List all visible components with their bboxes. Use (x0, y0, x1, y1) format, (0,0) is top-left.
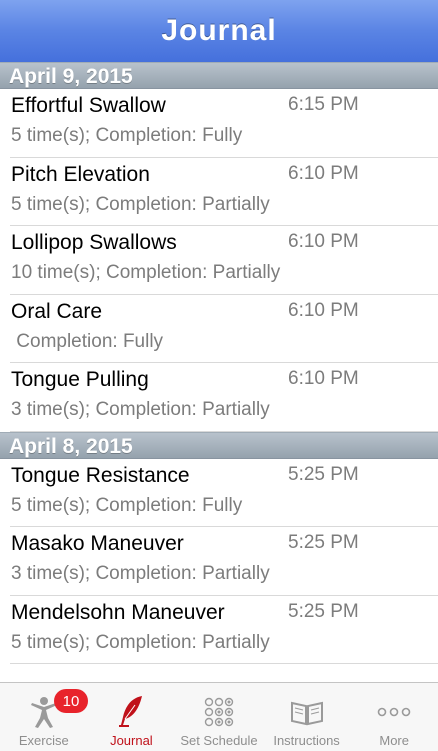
list-item[interactable]: Mendelsohn Maneuver 5:25 PM 5 time(s); C… (0, 596, 438, 664)
exercise-name: Oral Care (11, 299, 103, 323)
list-item[interactable]: Tongue Pulling 6:10 PM 3 time(s); Comple… (0, 363, 438, 432)
entry-time: 6:15 PM (288, 94, 359, 115)
tab-bar: 10 Exercise Journal Set Schedule Instruc… (0, 682, 438, 751)
page-title: Journal (161, 14, 277, 47)
quill-icon (117, 695, 145, 729)
dots-grid-icon (203, 695, 235, 729)
entry-time: 6:10 PM (288, 162, 359, 184)
exercise-name: Tongue Pulling (11, 368, 149, 391)
entry-detail: 5 time(s); Completion: Partially (11, 631, 270, 653)
entry-time: 5:25 PM (288, 532, 359, 553)
entry-detail: 3 time(s); Completion: Partially (11, 563, 270, 584)
list-item[interactable]: Effortful Swallow 6:15 PM 5 time(s); Com… (0, 89, 438, 158)
tab-journal[interactable]: Journal (88, 683, 176, 751)
tab-label: Exercise (18, 733, 69, 748)
entry-time: 5:25 PM (288, 463, 359, 485)
entry-detail: 5 time(s); Completion: Fully (11, 494, 243, 516)
book-icon (290, 695, 324, 729)
tab-label: Instructions (273, 733, 340, 748)
notification-badge: 10 (54, 689, 88, 713)
entry-time: 6:10 PM (288, 231, 359, 252)
section-header-date: April 8, 2015 (0, 431, 438, 459)
exercise-name: Effortful Swallow (11, 94, 166, 117)
entry-detail: 5 time(s); Completion: Partially (11, 193, 270, 215)
entry-detail: Completion: Fully (11, 330, 164, 352)
tab-set-schedule[interactable]: Set Schedule (175, 683, 263, 751)
list-item[interactable]: Pitch Elevation 6:10 PM 5 time(s); Compl… (0, 158, 438, 226)
tab-exercise[interactable]: 10 Exercise (0, 683, 88, 751)
exercise-name: Tongue Resistance (11, 463, 190, 487)
tab-label: More (379, 733, 409, 748)
entry-detail: 3 time(s); Completion: Partially (11, 399, 270, 420)
entry-time: 5:25 PM (288, 600, 359, 622)
exercise-name: Pitch Elevation (11, 162, 150, 186)
entry-detail: 10 time(s); Completion: Partially (11, 262, 281, 283)
list-item[interactable]: Lollipop Swallows 6:10 PM 10 time(s); Co… (0, 226, 438, 295)
list-item[interactable]: Oral Care 6:10 PM Completion: Fully (0, 295, 438, 363)
entry-time: 6:10 PM (288, 299, 359, 321)
tab-label: Journal (110, 733, 153, 748)
journal-list[interactable]: April 9, 2015 Effortful Swallow 6:15 PM … (0, 62, 438, 664)
entry-time: 6:10 PM (288, 368, 359, 389)
tab-label: Set Schedule (180, 733, 258, 748)
tab-more[interactable]: More (350, 683, 438, 751)
navigation-bar: Journal (0, 0, 438, 63)
tab-instructions[interactable]: Instructions (263, 683, 351, 751)
section-header-date: April 9, 2015 (0, 62, 438, 89)
more-icon (377, 695, 411, 729)
exercise-name: Masako Maneuver (11, 532, 184, 555)
exercise-name: Lollipop Swallows (11, 231, 177, 254)
list-item[interactable]: Tongue Resistance 5:25 PM 5 time(s); Com… (0, 459, 438, 527)
exercise-name: Mendelsohn Maneuver (11, 600, 225, 624)
list-item[interactable]: Masako Maneuver 5:25 PM 3 time(s); Compl… (0, 527, 438, 596)
entry-detail: 5 time(s); Completion: Fully (11, 125, 243, 146)
